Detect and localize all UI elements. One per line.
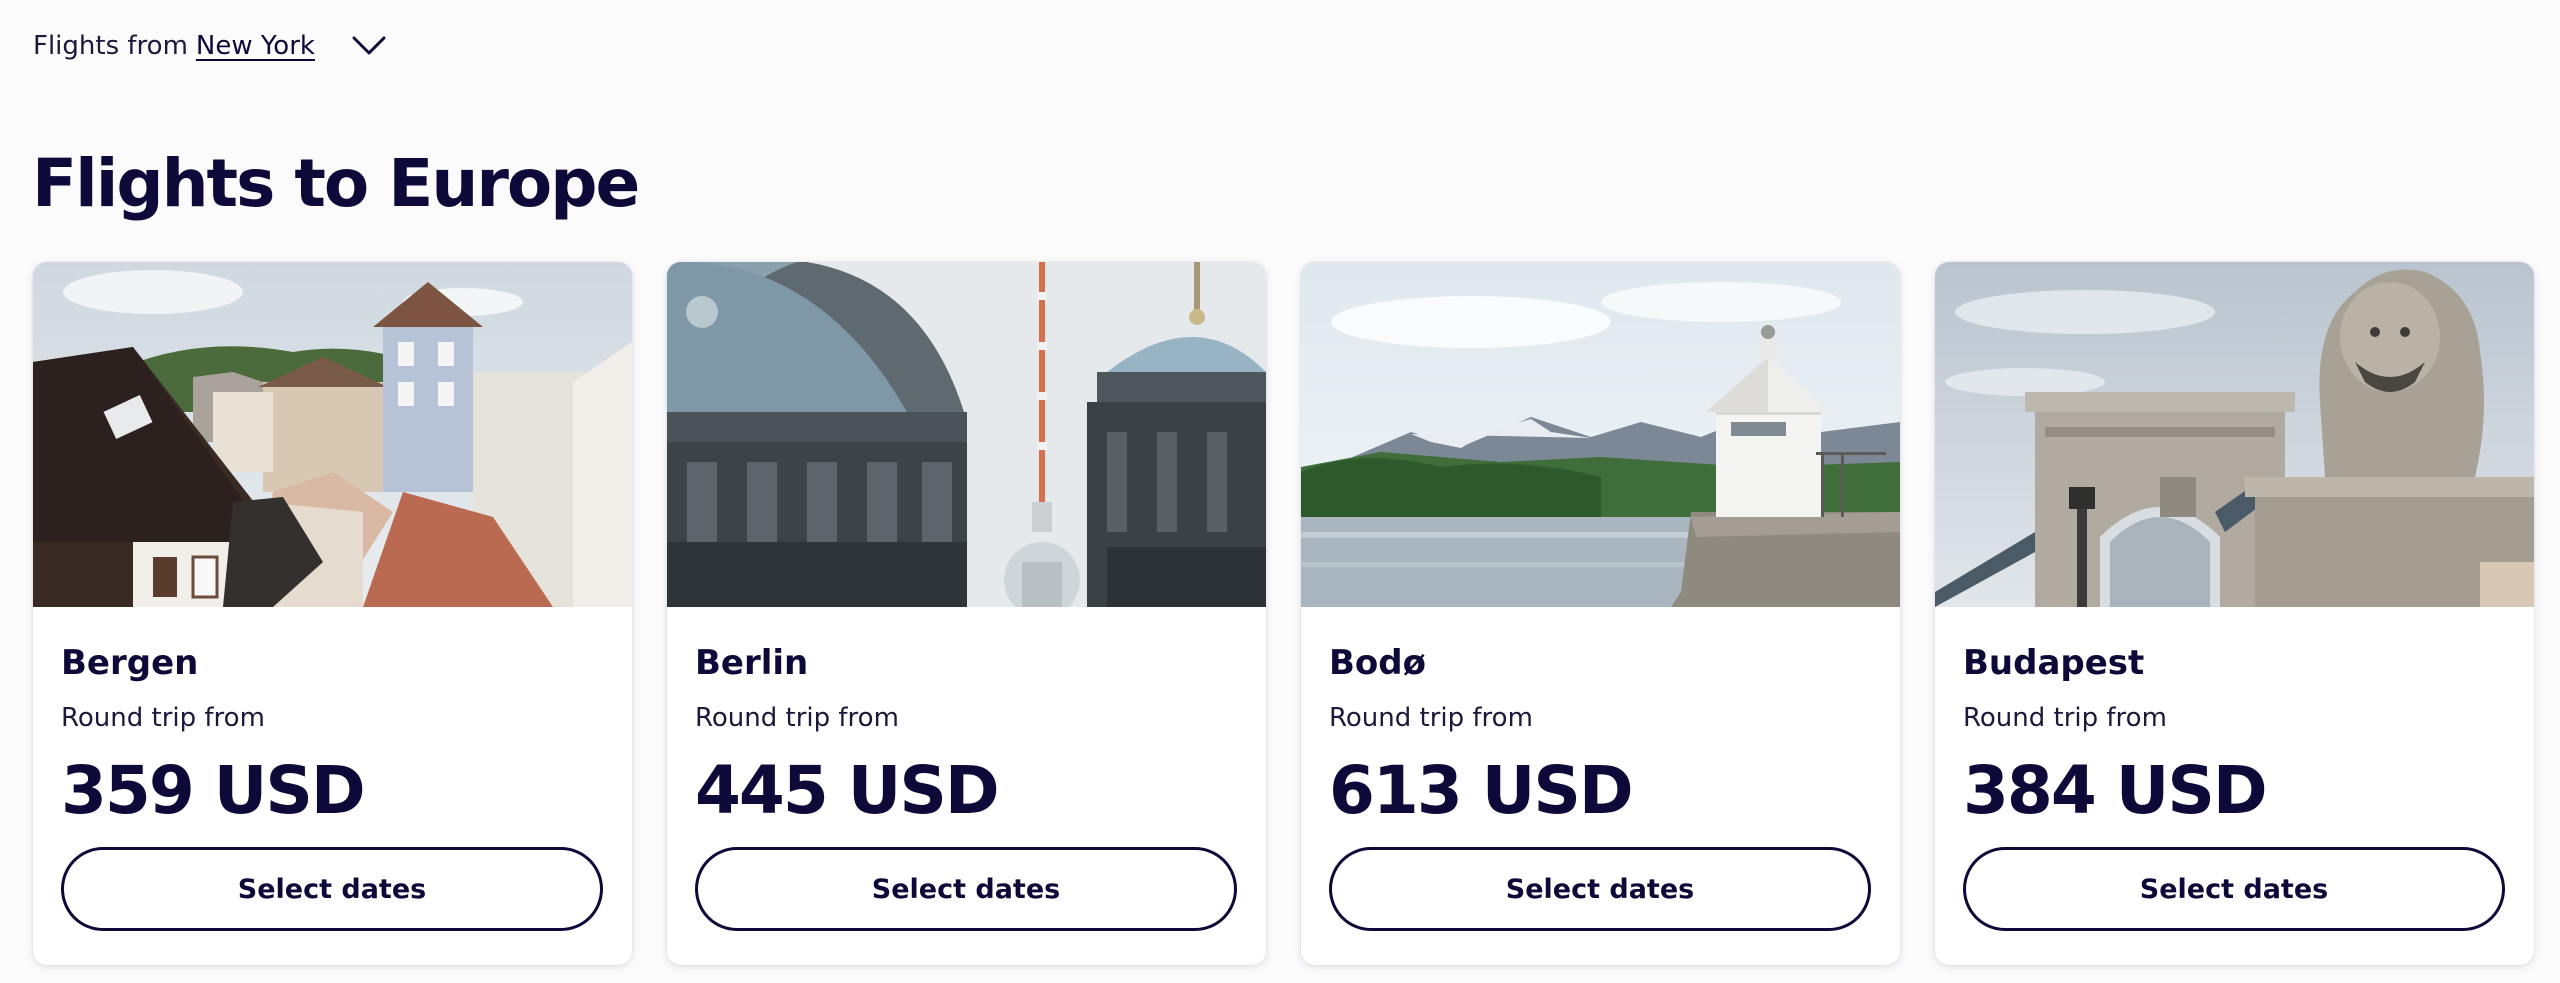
card-price: 359 USD <box>61 752 366 829</box>
card-city-name: Budapest <box>1963 643 2145 683</box>
card-city-name: Bergen <box>61 643 199 683</box>
select-dates-button[interactable]: Select dates <box>1963 847 2505 931</box>
select-dates-button[interactable]: Select dates <box>61 847 603 931</box>
card-price-caption: Round trip from <box>1963 703 2167 733</box>
select-dates-button[interactable]: Select dates <box>1329 847 1871 931</box>
destination-card-berlin[interactable]: Berlin Round trip from 445 USD Select da… <box>667 262 1266 965</box>
page-title: Flights to Europe <box>32 145 640 222</box>
origin-prefix-label: Flights from <box>33 31 188 61</box>
destination-card-bergen[interactable]: Bergen Round trip from 359 USD Select da… <box>33 262 632 965</box>
card-price-caption: Round trip from <box>695 703 899 733</box>
select-dates-button[interactable]: Select dates <box>695 847 1237 931</box>
origin-selector[interactable]: Flights from New York <box>33 26 387 66</box>
destination-cards: Bergen Round trip from 359 USD Select da… <box>33 262 2534 965</box>
card-city-name: Berlin <box>695 643 809 683</box>
bodo-lighthouse-fjord-photo <box>1301 262 1900 607</box>
card-price-caption: Round trip from <box>1329 703 1533 733</box>
card-price: 445 USD <box>695 752 1000 829</box>
card-price: 613 USD <box>1329 752 1634 829</box>
origin-city-link[interactable]: New York <box>196 31 315 61</box>
budapest-chain-bridge-lion-photo <box>1935 262 2534 607</box>
destination-card-budapest[interactable]: Budapest Round trip from 384 USD Select … <box>1935 262 2534 965</box>
card-price-caption: Round trip from <box>61 703 265 733</box>
destination-card-bodo[interactable]: Bodø Round trip from 613 USD Select date… <box>1301 262 1900 965</box>
chevron-down-icon[interactable] <box>351 34 387 58</box>
card-price: 384 USD <box>1963 752 2268 829</box>
bergen-rooftops-photo <box>33 262 632 607</box>
berlin-cathedral-tv-tower-photo <box>667 262 1266 607</box>
card-city-name: Bodø <box>1329 643 1426 683</box>
